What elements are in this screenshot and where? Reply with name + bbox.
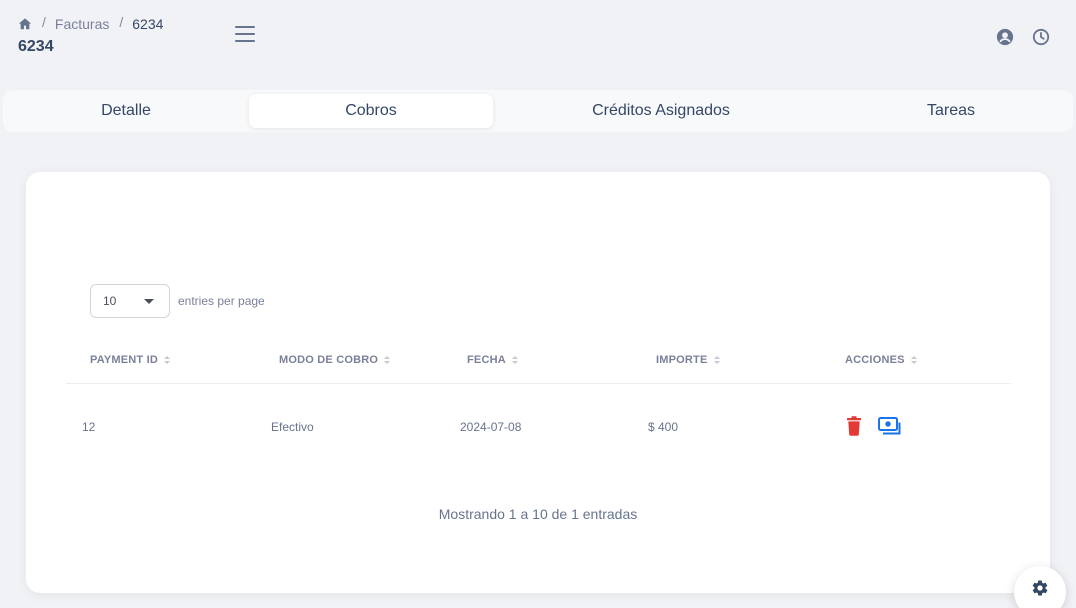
tab-tareas[interactable]: Tareas — [829, 94, 1073, 128]
column-header-label: IMPORTE — [656, 354, 708, 366]
breadcrumb-facturas-link[interactable]: Facturas — [55, 16, 109, 32]
row-actions — [846, 416, 902, 436]
page-size-select[interactable]: 10 — [90, 284, 170, 318]
sort-icon — [384, 356, 391, 364]
sort-icon — [164, 356, 171, 364]
gear-icon — [1031, 579, 1049, 597]
entries-per-page-label: entries per page — [178, 294, 265, 308]
column-header-fecha[interactable]: FECHA — [467, 354, 518, 366]
pagination-info: Mostrando 1 a 10 de 1 entradas — [438, 506, 638, 522]
table-header: PAYMENT ID MODO DE COBRO FECHA IMPORTE A… — [66, 350, 1011, 384]
cell-modo-de-cobro: Efectivo — [271, 420, 314, 434]
column-header-modo-de-cobro[interactable]: MODO DE COBRO — [279, 354, 391, 366]
table-row: 12 Efectivo 2024-07-08 $ 400 — [66, 404, 1011, 450]
trash-icon[interactable] — [846, 416, 862, 436]
cell-importe: $ 400 — [648, 420, 679, 434]
breadcrumb: / Facturas / 6234 — [18, 14, 164, 32]
column-header-acciones[interactable]: ACCIONES — [845, 354, 917, 366]
payments-card: 10 entries per page PAYMENT ID MODO DE C… — [26, 172, 1050, 593]
column-header-label: MODO DE COBRO — [279, 354, 379, 366]
cell-payment-id: 12 — [82, 420, 96, 434]
tab-bar: Detalle Cobros Créditos Asignados Tareas — [3, 90, 1073, 132]
money-bill-icon[interactable] — [878, 417, 902, 435]
tab-detalle[interactable]: Detalle — [3, 94, 249, 128]
header-actions — [996, 28, 1050, 46]
settings-fab-button[interactable] — [1014, 566, 1066, 608]
sort-icon — [713, 356, 720, 364]
column-header-label: ACCIONES — [845, 354, 905, 366]
sort-icon — [511, 356, 518, 364]
breadcrumb-separator: / — [119, 14, 124, 30]
column-header-label: FECHA — [467, 354, 506, 366]
hamburger-menu-icon[interactable] — [235, 26, 255, 42]
cell-fecha: 2024-07-08 — [460, 420, 522, 434]
tab-cobros[interactable]: Cobros — [249, 94, 493, 128]
column-header-label: PAYMENT ID — [90, 354, 159, 366]
page-size-value: 10 — [103, 294, 117, 308]
page-title: 6234 — [18, 38, 54, 55]
sort-icon — [910, 356, 917, 364]
home-icon[interactable] — [18, 17, 32, 31]
column-header-importe[interactable]: IMPORTE — [656, 354, 720, 366]
breadcrumb-separator: / — [42, 14, 46, 30]
chevron-down-icon — [144, 298, 154, 304]
breadcrumb-current: 6234 — [132, 16, 164, 32]
clock-icon[interactable] — [1032, 28, 1050, 46]
user-circle-icon[interactable] — [996, 28, 1014, 46]
entries-per-page-control: 10 entries per page — [90, 284, 265, 318]
tab-creditos-asignados[interactable]: Créditos Asignados — [493, 94, 829, 128]
column-header-payment-id[interactable]: PAYMENT ID — [90, 354, 171, 366]
